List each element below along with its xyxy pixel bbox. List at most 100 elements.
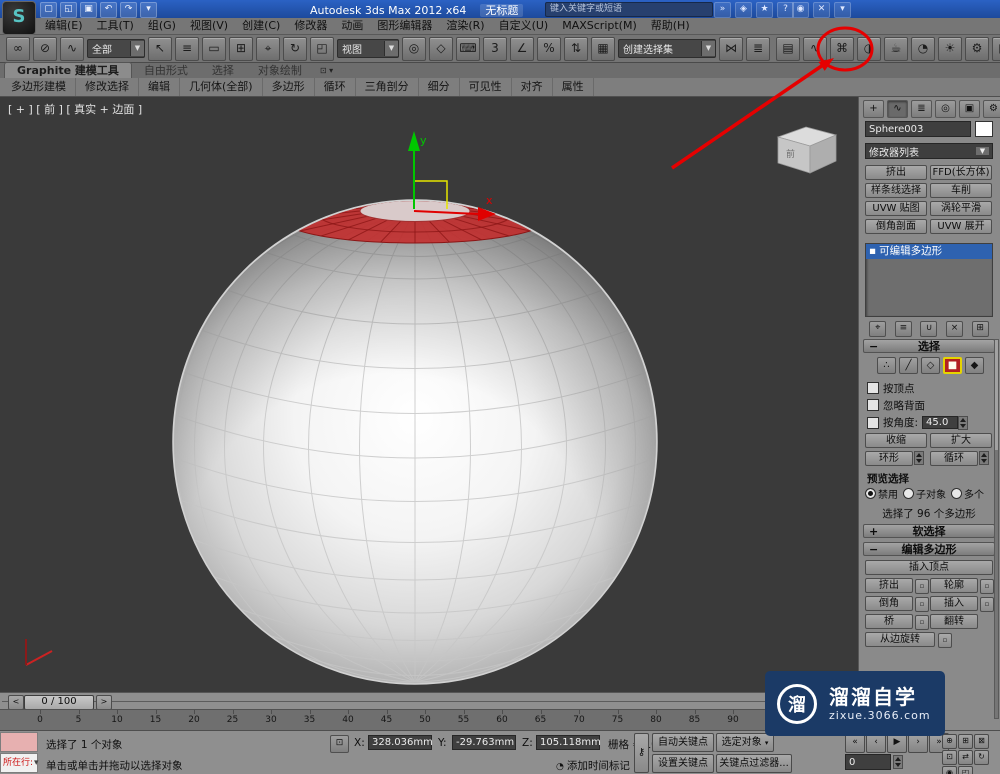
pin-stack-icon[interactable]: ⌖ — [869, 321, 886, 337]
menu-item[interactable]: 视图(V) — [183, 18, 235, 34]
edit-named-selection-sets-icon[interactable]: ▦ — [591, 37, 615, 61]
configure-modifier-sets-icon[interactable]: ⊞ — [972, 321, 989, 337]
select-and-scale-icon[interactable]: ◰ — [310, 37, 334, 61]
field-of-view-icon[interactable]: ◉ — [942, 766, 957, 774]
rotate-from-edge-button[interactable]: 从边旋转 — [865, 632, 935, 647]
next-frame-button[interactable]: > — [96, 695, 112, 710]
redo-icon[interactable]: ↷ — [120, 2, 137, 18]
modifier-set-button[interactable]: UVW 贴图 — [865, 201, 927, 216]
key-filters-button[interactable]: 关键点过滤器... — [716, 754, 792, 773]
ribbon-tab[interactable]: 对象绘制 — [246, 63, 314, 78]
utilities-tab-icon[interactable]: ⚙ — [983, 100, 1000, 118]
桥-button[interactable]: 桥 — [865, 614, 913, 629]
remove-modifier-icon[interactable]: × — [946, 321, 963, 337]
panel-scrollbar-thumb[interactable] — [995, 340, 998, 450]
select-by-name-icon[interactable]: ≡ — [175, 37, 199, 61]
save-file-icon[interactable]: ▣ — [80, 2, 97, 18]
menu-item[interactable]: 组(G) — [141, 18, 183, 34]
viewcube-front-face-label[interactable]: 前 — [786, 148, 795, 160]
favorites-icon[interactable]: ★ — [756, 2, 773, 18]
polygon-mode-icon[interactable]: ■ — [943, 357, 962, 374]
modifier-stack[interactable]: ▪可编辑多边形 — [865, 243, 993, 317]
make-unique-icon[interactable]: ∪ — [920, 321, 937, 337]
new-scene-icon[interactable]: ▢ — [40, 2, 57, 18]
open-file-icon[interactable]: ◱ — [60, 2, 77, 18]
select-and-manipulate-icon[interactable]: ◇ — [429, 37, 453, 61]
search-button-icon[interactable]: » — [714, 2, 731, 18]
ribbon-subtab[interactable]: 循环 — [315, 78, 356, 96]
panel-scrollbar[interactable] — [994, 339, 999, 719]
object-color-swatch[interactable] — [975, 121, 993, 137]
selected-filter-dropdown[interactable]: 选定对象 ▾ — [716, 733, 774, 752]
modifier-list-dropdown[interactable]: 修改器列表▼ — [865, 143, 993, 159]
curve-editor-icon[interactable]: ∿ — [803, 37, 827, 61]
ribbon-subtab[interactable]: 对齐 — [512, 78, 553, 96]
previous-frame-icon[interactable]: ‹ — [866, 733, 886, 753]
keyboard-shortcut-override-icon[interactable]: ⌨ — [456, 37, 480, 61]
桥-settings-icon[interactable]: ▫ — [915, 615, 929, 630]
snap-toggle-icon[interactable]: 3 — [483, 37, 507, 61]
render-production-icon[interactable]: ☕ — [884, 37, 908, 61]
hierarchy-tab-icon[interactable]: ≣ — [911, 100, 932, 118]
render-setup-icon[interactable]: ⚙ — [965, 37, 989, 61]
menu-item[interactable]: MAXScript(M) — [555, 18, 644, 34]
ribbon-subtab[interactable]: 修改选择 — [76, 78, 139, 96]
ignore-backfacing-checkbox[interactable] — [867, 399, 879, 411]
z-coord-field[interactable]: 105.118mm — [536, 735, 600, 750]
macro-recorder-line[interactable] — [0, 732, 38, 752]
infocenter-menu-icon[interactable]: ▾ — [834, 2, 851, 18]
selection-lock-toggle[interactable]: ⊡ — [330, 735, 349, 753]
auto-key-button[interactable]: 自动关键点 — [652, 733, 714, 752]
插入-settings-icon[interactable]: ▫ — [980, 597, 994, 612]
viewport-front[interactable]: y x 前 [ + ] [ 前 ] [ 真实 + 边面 ] — [0, 97, 859, 692]
modifier-set-button[interactable]: 倒角剖面 — [865, 219, 927, 234]
named-selection-sets-dropdown[interactable]: 创建选择集▼ — [618, 39, 716, 58]
ribbon-subtab[interactable]: 可见性 — [460, 78, 512, 96]
mini-listener-line[interactable]: 所在行:▾ — [0, 753, 38, 773]
select-and-move-icon[interactable]: ⌖ — [256, 37, 280, 61]
percent-snap-icon[interactable]: % — [537, 37, 561, 61]
render-iterative-icon[interactable]: ◔ — [911, 37, 935, 61]
select-and-link-icon[interactable]: ∞ — [6, 37, 30, 61]
轮廓-settings-icon[interactable]: ▫ — [980, 579, 994, 594]
use-pivot-point-icon[interactable]: ◎ — [402, 37, 426, 61]
menu-item[interactable]: 自定义(U) — [492, 18, 556, 34]
radio-icon[interactable] — [865, 488, 876, 499]
preview-option-radio[interactable]: 多个 — [951, 486, 984, 501]
schematic-view-icon[interactable]: ⌘ — [830, 37, 854, 61]
ribbon-tab[interactable]: 自由形式 — [132, 63, 200, 78]
viewcube[interactable]: 前 — [778, 127, 836, 173]
track-bar[interactable]: 0510152025303540455055606570758085909510… — [0, 709, 858, 730]
ribbon-tab[interactable]: 选择 — [200, 63, 246, 78]
zoom-region-icon[interactable]: ⊡ — [942, 750, 957, 765]
edge-mode-icon[interactable]: ╱ — [899, 357, 918, 374]
modify-tab-icon[interactable]: ∿ — [887, 100, 908, 118]
display-tab-icon[interactable]: ▣ — [959, 100, 980, 118]
menu-item[interactable]: 工具(T) — [90, 18, 141, 34]
ribbon-subtab[interactable]: 多边形 — [263, 78, 315, 96]
infocenter-search-input[interactable]: 键入关键字或短语 — [545, 2, 713, 17]
selection-filter-dropdown[interactable]: 全部▼ — [87, 39, 145, 58]
ribbon-subtab[interactable]: 三角剖分 — [356, 78, 419, 96]
align-icon[interactable]: ≣ — [746, 37, 770, 61]
ring-spinner[interactable] — [914, 451, 924, 465]
menu-item[interactable]: 创建(C) — [235, 18, 287, 34]
ribbon-display-options[interactable]: ⊡ ▾ — [320, 63, 333, 78]
set-key-mode-button[interactable]: ⚷ — [634, 733, 649, 773]
activeshade-icon[interactable]: ☀ — [938, 37, 962, 61]
material-editor-icon[interactable]: ◑ — [857, 37, 881, 61]
grow-button[interactable]: 扩大 — [930, 433, 992, 448]
倒角-settings-icon[interactable]: ▫ — [915, 597, 929, 612]
zoom-icon[interactable]: ⊕ — [942, 734, 957, 749]
set-key-button[interactable]: 设置关键点 — [652, 754, 714, 773]
element-mode-icon[interactable]: ◆ — [965, 357, 984, 374]
modifier-set-button[interactable]: 挤出 — [865, 165, 927, 180]
zoom-all-icon[interactable]: ⊞ — [958, 734, 973, 749]
time-slider-handle[interactable]: 0 / 100 — [24, 695, 94, 710]
zoom-extents-icon[interactable]: ⊠ — [974, 734, 989, 749]
undo-icon[interactable]: ↶ — [100, 2, 117, 18]
modifier-set-button[interactable]: FFD(长方体) — [930, 165, 992, 180]
radio-icon[interactable] — [951, 488, 962, 499]
rollout-selection-header[interactable]: −选择 — [863, 339, 995, 353]
angle-snap-icon[interactable]: ∠ — [510, 37, 534, 61]
